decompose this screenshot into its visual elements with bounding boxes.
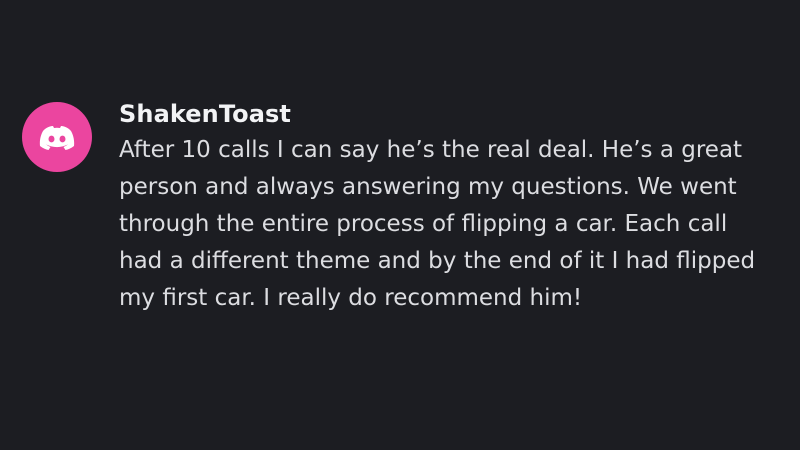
chat-message: ShakenToast After 10 calls I can say he’… [22, 98, 782, 317]
username[interactable]: ShakenToast [119, 98, 769, 130]
avatar[interactable] [22, 102, 92, 172]
discord-logo-icon [39, 126, 75, 150]
message-content: ShakenToast After 10 calls I can say he’… [119, 98, 769, 317]
message-text: After 10 calls I can say he’s the real d… [119, 137, 756, 311]
